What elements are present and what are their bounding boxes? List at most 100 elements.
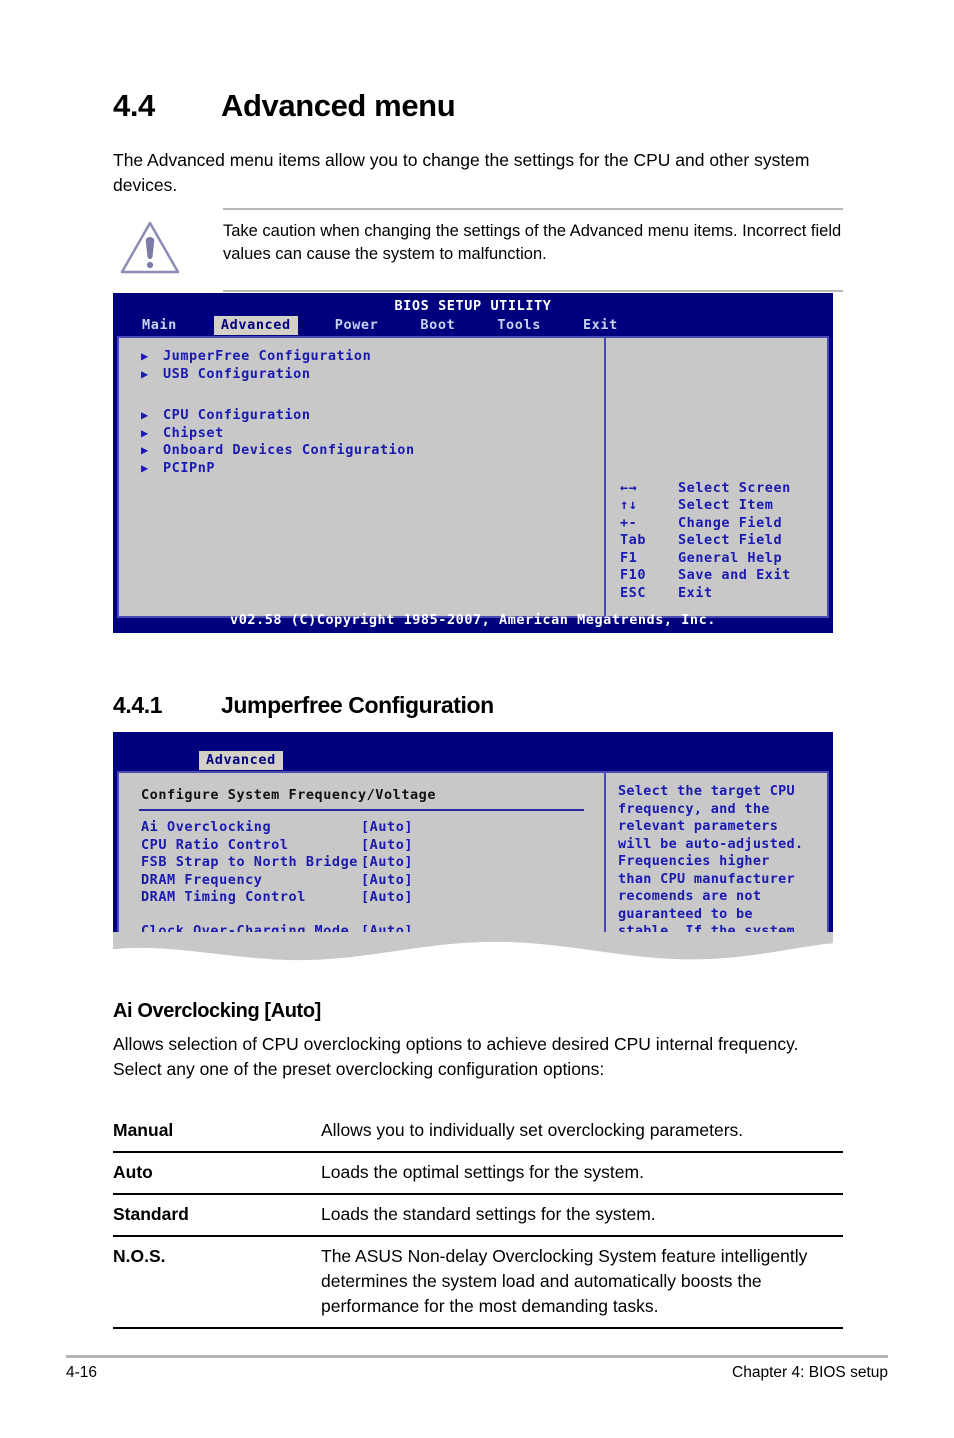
bios-menu-spacer <box>119 383 604 407</box>
section-heading-4-4: 4.4 Advanced menu <box>113 88 456 124</box>
bios-settings-spacer <box>119 907 604 923</box>
bios-setting-fsb-strap[interactable]: FSB Strap to North Bridge [Auto] <box>119 854 604 872</box>
bios-tab-advanced[interactable]: Advanced <box>213 316 298 335</box>
bios-setting-ai-overclocking[interactable]: Ai Overclocking [Auto] <box>119 819 604 837</box>
bios-tab-exit[interactable]: Exit <box>576 316 625 335</box>
bios-settings-spacer <box>119 940 604 956</box>
setting-label: Clock Over-Charging Mode <box>141 922 350 939</box>
bios-tab-boot[interactable]: Boot <box>413 316 462 335</box>
bios-help-panel: Select the target CPU frequency, and the… <box>606 773 827 972</box>
bios-menu-item-onboard-devices[interactable]: ▶ Onboard Devices Configuration <box>119 442 604 460</box>
bios-tab-advanced[interactable]: Advanced <box>199 751 283 770</box>
bios-setting-clock-over-charging-mode[interactable]: Clock Over-Charging Mode [Auto] <box>119 923 604 941</box>
bios-content-area: ▶ JumperFree Configuration ▶ USB Configu… <box>117 336 829 618</box>
bios-tab-tools[interactable]: Tools <box>490 316 548 335</box>
overclocking-options-table: Manual Allows you to individually set ov… <box>113 1112 843 1329</box>
legend-key-plus-minus: +- <box>620 514 638 531</box>
bios-copyright-footer: v02.58 (C)Copyright 1985-2007, American … <box>230 612 716 628</box>
bios-config-rule <box>139 809 584 811</box>
bios-utility-title: BIOS SETUP UTILITY <box>394 298 552 314</box>
legend-row: ←→ Select Screen <box>620 480 791 498</box>
legend-action: Exit <box>678 584 713 601</box>
setting-label: FSB Strap to North Bridge <box>141 854 358 870</box>
bios-key-legend: ←→ Select Screen ↑↓ Select Item +- Chang… <box>620 480 791 603</box>
section-title: Advanced menu <box>221 88 456 123</box>
bios-menu-item-pcipnp[interactable]: ▶ PCIPnP <box>119 460 604 478</box>
ai-overclocking-heading: Ai Overclocking [Auto] <box>113 1000 321 1023</box>
option-description: Allows you to individually set overclock… <box>321 1120 744 1140</box>
legend-row: F1 General Help <box>620 550 791 568</box>
section-number: 4.4 <box>113 88 155 123</box>
bios-help-text: Select the target CPU frequency, and the… <box>618 783 804 972</box>
bios-tab-power[interactable]: Power <box>328 316 386 335</box>
option-term: Manual <box>113 1120 174 1140</box>
ai-overclocking-title: Ai Overclocking [Auto] <box>113 1000 321 1022</box>
setting-value: [Auto] <box>361 871 414 888</box>
table-row: Standard Loads the standard settings for… <box>113 1195 843 1237</box>
bios-setting-dram-timing-control[interactable]: DRAM Timing Control [Auto] <box>119 889 604 907</box>
bios-setting-dram-frequency[interactable]: DRAM Frequency [Auto] <box>119 872 604 890</box>
table-row: N.O.S. The ASUS Non-delay Overclocking S… <box>113 1237 843 1329</box>
bios-tab-bar: Main Advanced Power Boot Tools Exit <box>113 315 833 336</box>
triangle-right-icon: ▶ <box>141 460 149 475</box>
footer-chapter: Chapter 4: BIOS setup <box>732 1364 888 1381</box>
bios-tab-bar-solo: Advanced <box>113 732 833 771</box>
bios-menu-item-jumperfree[interactable]: ▶ JumperFree Configuration <box>119 348 604 366</box>
bios-setting-cpu-ratio-control[interactable]: CPU Ratio Control [Auto] <box>119 837 604 855</box>
legend-row: +- Change Field <box>620 515 791 533</box>
triangle-right-icon: ▶ <box>141 425 149 440</box>
legend-row: Tab Select Field <box>620 532 791 550</box>
bios-screenshot-jumperfree: Advanced Configure System Frequency/Volt… <box>113 732 833 972</box>
setting-value: [Auto] <box>361 854 414 870</box>
table-row: Auto Loads the optimal settings for the … <box>113 1153 843 1195</box>
setting-value: [Auto] <box>361 922 414 939</box>
legend-action: Select Screen <box>678 479 791 496</box>
triangle-right-icon: ▶ <box>141 443 149 457</box>
setting-value: [Auto] <box>361 819 414 835</box>
warning-triangle-icon <box>113 218 223 281</box>
bios-menu-item-chipset[interactable]: ▶ Chipset <box>119 425 604 443</box>
bios-menu-list: ▶ JumperFree Configuration ▶ USB Configu… <box>119 338 606 616</box>
bios-setting-cpu-spread-spectrum[interactable]: CPU Spread Spectrum [Auto] <box>119 956 604 972</box>
legend-key-f10: F10 <box>620 567 647 583</box>
subsection-heading-4-4-1: 4.4.1 Jumperfree Configuration <box>113 692 494 719</box>
bios-menu-item-label: Onboard Devices Configuration <box>163 442 415 458</box>
bios-config-header: Configure System Frequency/Voltage <box>141 787 437 803</box>
setting-label: DRAM Frequency <box>141 871 263 888</box>
legend-row: F10 Save and Exit <box>620 567 791 585</box>
bios-settings-list: Configure System Frequency/Voltage Ai Ov… <box>119 773 606 972</box>
option-description: Loads the standard settings for the syst… <box>321 1204 656 1224</box>
legend-key-arrows-ud: ↑↓ <box>620 497 638 513</box>
legend-row: ↑↓ Select Item <box>620 497 791 515</box>
bios-menu-item-label: CPU Configuration <box>163 407 311 423</box>
option-description: Loads the optimal settings for the syste… <box>321 1162 644 1182</box>
setting-label: CPU Spread Spectrum <box>141 956 306 972</box>
bios-tab-main[interactable]: Main <box>135 316 184 335</box>
subsection-title: Jumperfree Configuration <box>221 692 494 718</box>
bios-menu-item-label: USB Configuration <box>163 365 311 382</box>
bios-screenshot-advanced-menu: BIOS SETUP UTILITY Main Advanced Power B… <box>113 293 833 633</box>
section-intro-paragraph: The Advanced menu items allow you to cha… <box>113 150 810 195</box>
caution-note: Take caution when changing the settings … <box>113 208 843 292</box>
legend-row: ESC Exit <box>620 585 791 603</box>
setting-label: DRAM Timing Control <box>141 889 306 905</box>
legend-key-tab: Tab <box>620 532 647 548</box>
subsection-number: 4.4.1 <box>113 692 163 718</box>
legend-key-f1: F1 <box>620 549 638 566</box>
note-bottom-rule <box>223 290 843 292</box>
bios-menu-item-cpu[interactable]: ▶ CPU Configuration <box>119 407 604 425</box>
option-description: The ASUS Non-delay Overclocking System f… <box>321 1246 808 1316</box>
triangle-right-icon: ▶ <box>141 408 149 422</box>
bios-menu-item-label: PCIPnP <box>163 459 216 476</box>
table-row: Manual Allows you to individually set ov… <box>113 1112 843 1153</box>
footer-page-number: 4-16 <box>66 1364 98 1381</box>
ai-overclocking-description: Allows selection of CPU overclocking opt… <box>113 1034 799 1079</box>
bios-menu-item-usb[interactable]: ▶ USB Configuration <box>119 366 604 384</box>
option-term: Auto <box>113 1162 153 1182</box>
setting-label: Ai Overclocking <box>141 819 272 835</box>
legend-action: Select Item <box>678 497 774 513</box>
legend-key-esc: ESC <box>620 584 647 601</box>
bios-menu-item-label: JumperFree Configuration <box>163 348 372 364</box>
legend-action: Change Field <box>678 514 783 531</box>
bios-menu-item-label: Chipset <box>163 424 224 441</box>
